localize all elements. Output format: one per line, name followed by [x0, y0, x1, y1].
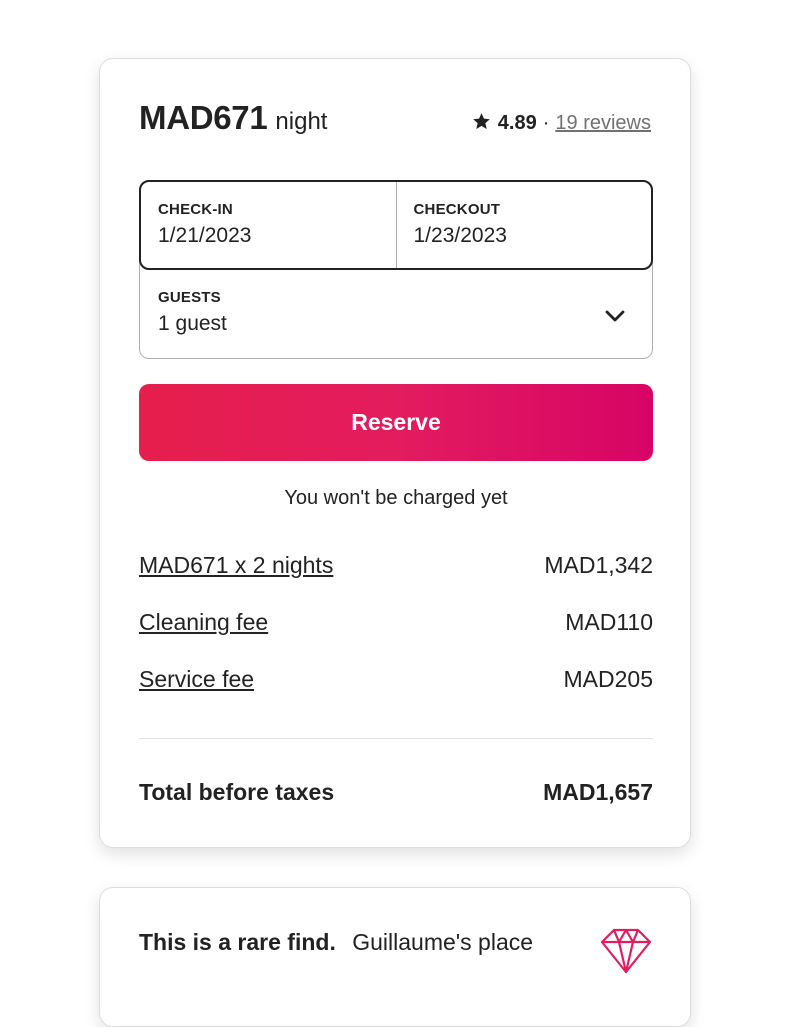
guests-label: GUESTS	[158, 289, 221, 306]
rare-find-description: Guillaume's place	[352, 929, 534, 955]
price-amount: MAD671	[139, 99, 268, 136]
service-fee-label[interactable]: Service fee	[139, 666, 254, 693]
checkout-label: CHECKOUT	[413, 201, 501, 218]
checkout-value: 1/23/2023	[413, 224, 507, 247]
diamond-icon	[600, 928, 652, 974]
guests-value: 1 guest	[158, 312, 227, 335]
total-amount: MAD1,657	[543, 779, 653, 805]
total-row: Total before taxes MAD1,657	[139, 779, 653, 806]
star-icon	[472, 113, 490, 130]
checkin-value: 1/21/2023	[158, 224, 252, 247]
date-picker: CHECK-IN 1/21/2023 CHECKOUT 1/23/2023	[139, 180, 653, 270]
guests-dropdown[interactable]: GUESTS 1 guest	[140, 270, 652, 359]
divider	[139, 738, 653, 739]
cleaning-fee-row: Cleaning fee MAD110	[139, 609, 653, 636]
rare-find-card: This is a rare find. Guillaume's place	[99, 887, 691, 1027]
service-fee-amount: MAD205	[563, 666, 653, 692]
nightly-price: MAD671 night	[139, 99, 327, 137]
cleaning-fee-label[interactable]: Cleaning fee	[139, 609, 268, 636]
cleaning-fee-amount: MAD110	[565, 609, 653, 635]
nightly-fee-label[interactable]: MAD671 x 2 nights	[139, 552, 333, 579]
checkin-label: CHECK-IN	[158, 201, 233, 218]
price-unit: night	[275, 108, 328, 135]
booking-card: MAD671 night 4.89 · 19 reviews CHECK-IN …	[99, 58, 691, 848]
rating-summary: 4.89 · 19 reviews	[472, 110, 651, 135]
nightly-fee-row: MAD671 x 2 nights MAD1,342	[139, 552, 653, 579]
chevron-down-icon[interactable]	[603, 304, 627, 328]
rating-separator: ·	[542, 112, 550, 134]
rating-value: 4.89	[497, 112, 537, 134]
reviews-link[interactable]: 19 reviews	[555, 112, 651, 135]
service-fee-row: Service fee MAD205	[139, 666, 653, 693]
charge-note: You won't be charged yet	[284, 487, 508, 509]
checkin-field[interactable]: CHECK-IN 1/21/2023	[141, 182, 396, 268]
booking-picker: CHECK-IN 1/21/2023 CHECKOUT 1/23/2023 GU…	[139, 180, 653, 359]
rare-find-text: This is a rare find. Guillaume's place	[139, 929, 533, 956]
checkout-field[interactable]: CHECKOUT 1/23/2023	[395, 182, 652, 268]
rare-find-headline: This is a rare find.	[139, 929, 336, 955]
total-label: Total before taxes	[139, 779, 335, 805]
nightly-fee-amount: MAD1,342	[544, 552, 653, 578]
reserve-button[interactable]: Reserve	[139, 384, 653, 461]
price-header: MAD671 night 4.89 · 19 reviews	[139, 99, 651, 143]
